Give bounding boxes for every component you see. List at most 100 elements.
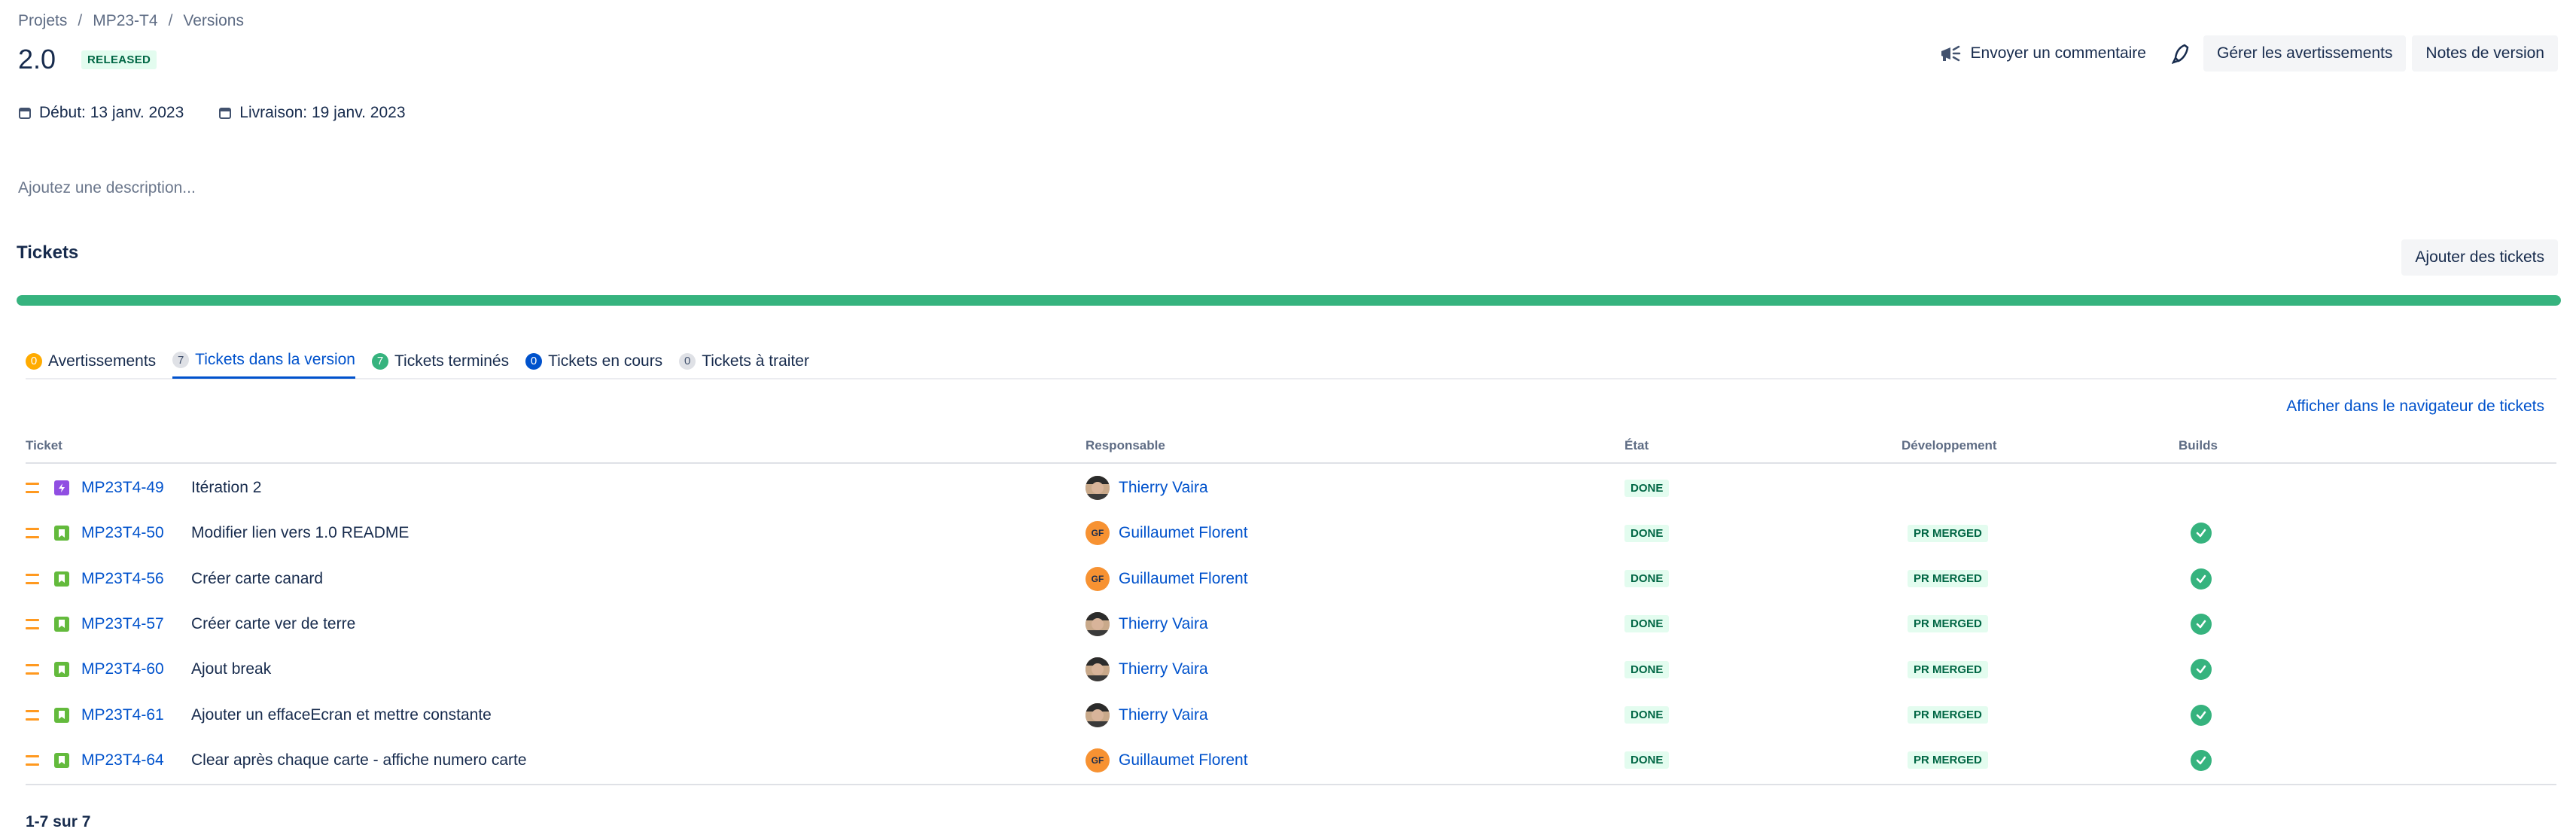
builds-cell[interactable] (2191, 693, 2212, 738)
table-row[interactable]: MP23T4-60 Ajout break Thierry Vaira DONE… (26, 647, 2556, 692)
table-row[interactable]: MP23T4-64 Clear après chaque carte - aff… (26, 738, 2556, 783)
ticket-key[interactable]: MP23T4-56 (81, 556, 164, 602)
priority-cell (26, 465, 44, 510)
ticket-tabs: 0 Avertissements 7 Tickets dans la versi… (26, 348, 809, 379)
calendar-icon (19, 108, 31, 119)
builds-cell[interactable] (2191, 738, 2212, 783)
development-cell[interactable]: PR MERGED (1908, 647, 1988, 692)
table-row[interactable]: MP23T4-49 Itération 2 Thierry Vaira DONE (26, 465, 2556, 510)
assignee-name: Thierry Vaira (1119, 660, 1208, 678)
priority-medium-icon (26, 483, 39, 493)
priority-cell (26, 556, 44, 602)
ticket-summary[interactable]: Créer carte canard (191, 556, 323, 602)
tab-count: 0 (525, 352, 543, 370)
tab-label: Tickets à traiter (702, 352, 809, 370)
megaphone-icon (1941, 45, 1960, 62)
progress-fill (17, 295, 2561, 306)
release-notes-button[interactable]: Notes de version (2412, 35, 2558, 72)
state-cell: DONE (1624, 693, 1670, 738)
development-cell[interactable]: PR MERGED (1908, 602, 1988, 647)
ticket-summary[interactable]: Clear après chaque carte - affiche numer… (191, 738, 527, 783)
issue-type-cell (54, 556, 69, 602)
ticket-summary[interactable]: Modifier lien vers 1.0 README (191, 510, 409, 556)
calendar-icon (219, 108, 232, 119)
assignee-name: Thierry Vaira (1119, 705, 1208, 724)
builds-cell[interactable] (2191, 602, 2212, 647)
state-lozenge: DONE (1624, 660, 1670, 678)
issue-type-cell (54, 510, 69, 556)
ticket-key[interactable]: MP23T4-61 (81, 693, 164, 738)
release-icon-button[interactable] (2164, 37, 2197, 70)
tab-warnings[interactable]: 0 Avertissements (26, 348, 156, 379)
tab-label: Avertissements (48, 352, 157, 370)
ticket-summary[interactable]: Itération 2 (191, 465, 261, 510)
development-cell[interactable]: PR MERGED (1908, 556, 1988, 602)
issue-navigator-link[interactable]: Afficher dans le navigateur de tickets (2286, 398, 2544, 416)
table-row[interactable]: MP23T4-61 Ajouter un effaceEcran et mett… (26, 693, 2556, 738)
tab-done[interactable]: 7 Tickets terminés (371, 348, 509, 379)
breadcrumb: Projets / MP23-T4 / Versions (18, 12, 244, 30)
ticket-key[interactable]: MP23T4-57 (81, 602, 164, 647)
table-row[interactable]: MP23T4-57 Créer carte ver de terre Thier… (26, 602, 2556, 647)
assignee-cell[interactable]: Thierry Vaira (1086, 465, 1208, 510)
breadcrumb-separator: / (78, 12, 83, 29)
manage-warnings-button[interactable]: Gérer les avertissements (2203, 35, 2407, 72)
avatar: GF (1086, 748, 1110, 772)
assignee-cell[interactable]: GF Guillaumet Florent (1086, 556, 1248, 602)
ticket-key[interactable]: MP23T4-60 (81, 647, 164, 692)
ticket-summary[interactable]: Ajouter un effaceEcran et mettre constan… (191, 693, 492, 738)
description-field[interactable]: Ajoutez une description... (18, 179, 196, 197)
priority-medium-icon (26, 573, 39, 584)
ticket-summary[interactable]: Créer carte ver de terre (191, 602, 355, 647)
priority-medium-icon (26, 618, 39, 629)
epic-icon (54, 480, 69, 495)
table-row[interactable]: MP23T4-50 Modifier lien vers 1.0 README … (26, 510, 2556, 556)
state-cell: DONE (1624, 510, 1670, 556)
assignee-name: Guillaumet Florent (1119, 569, 1248, 587)
add-tickets-button[interactable]: Ajouter des tickets (2401, 239, 2558, 276)
builds-cell[interactable] (2191, 556, 2212, 602)
development-cell[interactable]: PR MERGED (1908, 693, 1988, 738)
pr-status-lozenge: PR MERGED (1908, 751, 1988, 769)
feedback-button[interactable]: Envoyer un commentaire (1927, 35, 2158, 72)
state-lozenge: DONE (1624, 706, 1670, 724)
development-cell[interactable]: PR MERGED (1908, 510, 1988, 556)
development-cell[interactable]: PR MERGED (1908, 738, 1988, 783)
assignee-name: Guillaumet Florent (1119, 524, 1248, 542)
state-cell: DONE (1624, 602, 1670, 647)
ticket-key[interactable]: MP23T4-64 (81, 738, 164, 783)
rocket-icon (2171, 44, 2189, 64)
check-circle-icon (2191, 523, 2212, 544)
assignee-cell[interactable]: Thierry Vaira (1086, 693, 1208, 738)
story-icon (54, 571, 69, 587)
assignee-cell[interactable]: Thierry Vaira (1086, 647, 1208, 692)
tab-count: 7 (172, 352, 190, 368)
state-lozenge: DONE (1624, 615, 1670, 633)
state-lozenge: DONE (1624, 751, 1670, 769)
builds-cell[interactable] (2191, 510, 2212, 556)
assignee-cell[interactable]: Thierry Vaira (1086, 602, 1208, 647)
breadcrumb-versions[interactable]: Versions (183, 12, 244, 30)
ticket-summary[interactable]: Ajout break (191, 647, 271, 692)
delivery-date-label: Livraison: 19 janv. 2023 (239, 104, 406, 121)
ticket-key[interactable]: MP23T4-50 (81, 510, 164, 556)
builds-cell[interactable] (2191, 647, 2212, 692)
breadcrumb-project[interactable]: MP23-T4 (93, 12, 157, 30)
table-bottom-divider (26, 784, 2556, 785)
tab-in-progress[interactable]: 0 Tickets en cours (525, 348, 662, 379)
tab-to-do[interactable]: 0 Tickets à traiter (679, 348, 809, 379)
state-cell: DONE (1624, 647, 1670, 692)
avatar: GF (1086, 521, 1110, 546)
column-header-development: Développement (1902, 438, 1997, 453)
avatar (1086, 611, 1110, 636)
breadcrumb-projects[interactable]: Projets (18, 12, 67, 30)
assignee-cell[interactable]: GF Guillaumet Florent (1086, 738, 1248, 783)
page-title-row: 2.0 RELEASED (18, 44, 157, 75)
tab-in-version[interactable]: 7 Tickets dans la version (172, 348, 355, 379)
progress-bar (17, 295, 2561, 306)
story-icon (54, 707, 69, 723)
assignee-cell[interactable]: GF Guillaumet Florent (1086, 510, 1248, 556)
table-row[interactable]: MP23T4-56 Créer carte canard GF Guillaum… (26, 556, 2556, 602)
priority-medium-icon (26, 709, 39, 721)
ticket-key[interactable]: MP23T4-49 (81, 465, 164, 510)
